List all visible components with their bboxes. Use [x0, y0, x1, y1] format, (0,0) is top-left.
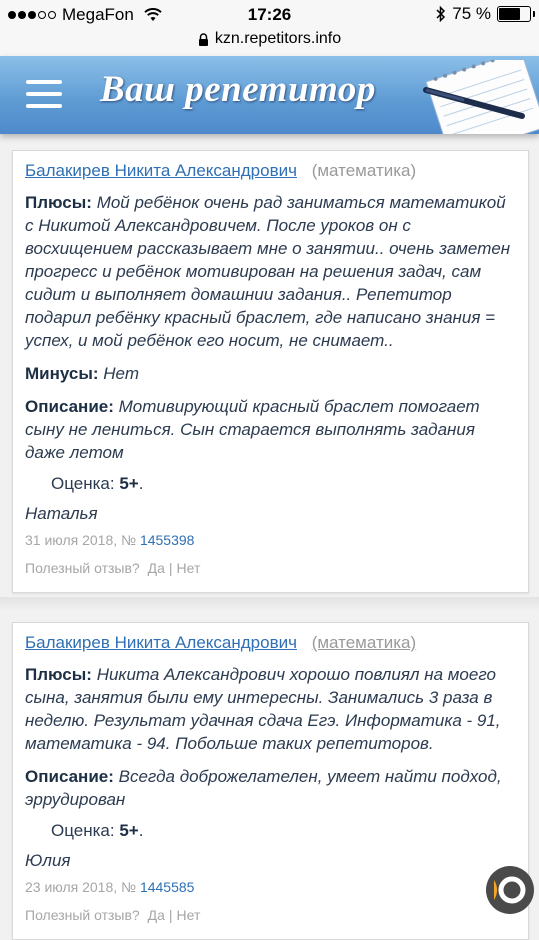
review-number-link[interactable]: 1445585 [140, 879, 195, 895]
cons-text: Нет [103, 364, 139, 383]
subject-label: (математика) [311, 161, 417, 180]
subject-link[interactable]: (математика) [312, 633, 416, 652]
battery-icon [497, 6, 535, 22]
useful-label: Полезный отзыв? [25, 560, 140, 576]
review-card: Балакирев Никита Александрович (математи… [12, 622, 529, 940]
site-header: Ваш репетитор [0, 56, 539, 134]
pros-text: Никита Александрович хорошо повлиял на м… [25, 665, 501, 753]
cons-section: Минусы: Нет [25, 362, 516, 385]
useful-no-button[interactable]: Нет [177, 560, 201, 576]
pros-section: Плюсы: Никита Александрович хорошо повли… [25, 663, 516, 755]
pros-label: Плюсы: [25, 193, 92, 212]
useful-yes-button[interactable]: Да [148, 560, 165, 576]
rating-label: Оценка: [51, 821, 115, 840]
review-author: Наталья [25, 504, 98, 523]
useful-separator: | [168, 907, 173, 923]
rating-label: Оценка: [51, 474, 115, 493]
status-bar: MegaFon 17:26 75 % [0, 0, 539, 28]
hamburger-icon[interactable] [26, 80, 62, 108]
url-text: kzn.repetitors.info [214, 30, 342, 47]
notebook-pen-icon [423, 60, 539, 134]
review-number-link[interactable]: 1455398 [140, 532, 195, 548]
review-date: 31 июля 2018, № [25, 532, 137, 548]
description-label: Описание: [25, 397, 114, 416]
review-author: Юлия [25, 851, 71, 870]
review-date: 23 июля 2018, № [25, 879, 137, 895]
description-label: Описание: [25, 767, 114, 786]
address-bar[interactable]: kzn.repetitors.info [0, 28, 539, 56]
cons-label: Минусы: [25, 364, 99, 383]
rating-value: 5+ [119, 821, 139, 840]
review-card: Балакирев Никита Александрович (математи… [12, 150, 529, 593]
bluetooth-icon [436, 6, 446, 22]
useful-prompt: Полезный отзыв? Да | Нет [25, 907, 516, 939]
chat-logo-icon [494, 876, 526, 904]
useful-prompt: Полезный отзыв? Да | Нет [25, 560, 516, 592]
chat-button[interactable] [486, 866, 534, 914]
rating-period: . [138, 474, 144, 493]
review-meta: 23 июля 2018, № 1445585 [25, 879, 516, 895]
tutor-link[interactable]: Балакирев Никита Александрович [25, 633, 297, 652]
lock-icon [198, 32, 208, 46]
pros-section: Плюсы: Мой ребёнок очень рад заниматься … [25, 191, 516, 352]
pros-label: Плюсы: [25, 665, 92, 684]
rating: Оценка: 5+. [51, 821, 516, 841]
tutor-link[interactable]: Балакирев Никита Александрович [25, 161, 297, 180]
useful-no-button[interactable]: Нет [177, 907, 201, 923]
review-meta: 31 июля 2018, № 1455398 [25, 532, 516, 548]
rating-value: 5+ [119, 474, 139, 493]
site-logo[interactable]: Ваш репетитор [100, 68, 376, 111]
description-section: Описание: Мотивирующий красный браслет п… [25, 395, 516, 464]
battery-percent: 75 % [452, 4, 491, 23]
section-divider [0, 597, 539, 611]
rating-period: . [138, 821, 144, 840]
pros-text: Мой ребёнок очень рад заниматься математ… [25, 193, 511, 350]
useful-label: Полезный отзыв? [25, 907, 140, 923]
useful-yes-button[interactable]: Да [148, 907, 165, 923]
useful-separator: | [168, 560, 173, 576]
rating: Оценка: 5+. [51, 474, 516, 494]
description-section: Описание: Всегда доброжелателен, умеет н… [25, 765, 516, 811]
